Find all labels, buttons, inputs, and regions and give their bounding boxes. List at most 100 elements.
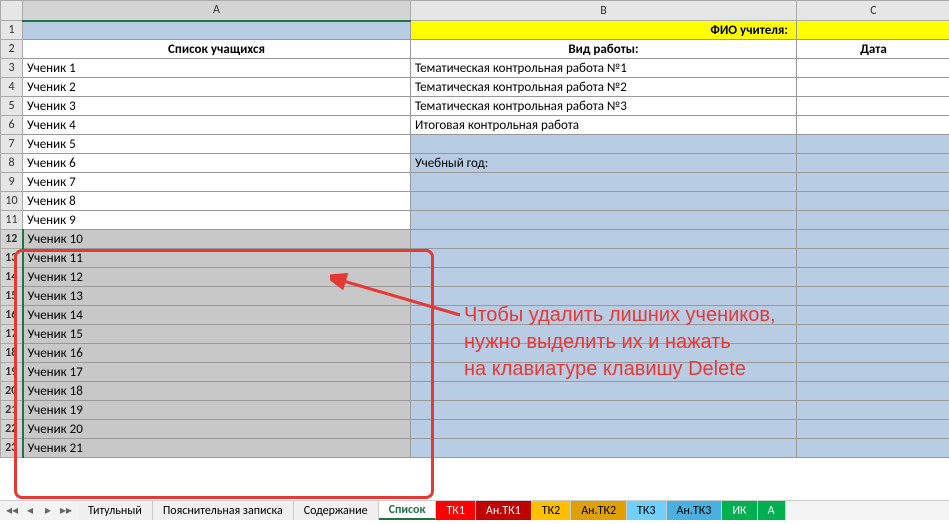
sheet-tab-6[interactable]: ТК2 (532, 501, 571, 520)
cell-a4[interactable]: Ученик 2 (23, 78, 411, 97)
cell-b1[interactable]: ФИО учителя: (411, 21, 797, 40)
cell-b21[interactable] (411, 401, 797, 420)
cell-c17[interactable] (797, 325, 949, 344)
cell-b3[interactable]: Тематическая контрольная работа №1 (411, 59, 797, 78)
cell-a3[interactable]: Ученик 1 (23, 59, 411, 78)
cell-a5[interactable]: Ученик 3 (23, 97, 411, 116)
col-header-c[interactable]: C (797, 1, 949, 21)
cell-a7[interactable]: Ученик 5 (23, 135, 411, 154)
row-header-20[interactable]: 20 (1, 382, 23, 401)
cell-c13[interactable] (797, 249, 949, 268)
col-header-b[interactable]: B (411, 1, 797, 21)
cell-a2[interactable]: Список учащихся (23, 40, 411, 59)
row-header-6[interactable]: 6 (1, 116, 23, 135)
cell-b13[interactable] (411, 249, 797, 268)
cell-b4[interactable]: Тематическая контрольная работа №2 (411, 78, 797, 97)
cell-a13[interactable]: Ученик 11 (23, 249, 411, 268)
cell-b2[interactable]: Вид работы: (411, 40, 797, 59)
sheet-tab-11[interactable]: А (758, 501, 786, 520)
row-header-10[interactable]: 10 (1, 192, 23, 211)
row-header-5[interactable]: 5 (1, 97, 23, 116)
sheet-tab-5[interactable]: Ан.ТК1 (476, 501, 532, 520)
cell-b22[interactable] (411, 420, 797, 439)
cell-c7[interactable] (797, 135, 949, 154)
row-header-4[interactable]: 4 (1, 78, 23, 97)
sheet-tab-2[interactable]: Содержание (294, 501, 379, 520)
cell-a19[interactable]: Ученик 17 (23, 363, 411, 382)
cell-a9[interactable]: Ученик 7 (23, 173, 411, 192)
row-header-11[interactable]: 11 (1, 211, 23, 230)
cell-b14[interactable] (411, 268, 797, 287)
cell-c1[interactable] (797, 21, 949, 40)
row-header-16[interactable]: 16 (1, 306, 23, 325)
col-header-a[interactable]: A (23, 1, 411, 21)
cell-a10[interactable]: Ученик 8 (23, 192, 411, 211)
cell-a8[interactable]: Ученик 6 (23, 154, 411, 173)
cell-b5[interactable]: Тематическая контрольная работа №3 (411, 97, 797, 116)
row-header-22[interactable]: 22 (1, 420, 23, 439)
row-header-23[interactable]: 23 (1, 439, 23, 458)
cell-c6[interactable] (797, 116, 949, 135)
sheet-tab-9[interactable]: Ан.ТК3 (667, 501, 723, 520)
sheet-tab-10[interactable]: ИК (722, 501, 757, 520)
row-header-12[interactable]: 12 (1, 230, 23, 249)
row-header-14[interactable]: 14 (1, 268, 23, 287)
cell-c4[interactable] (797, 78, 949, 97)
cell-c3[interactable] (797, 59, 949, 78)
row-header-18[interactable]: 18 (1, 344, 23, 363)
sheet-tab-4[interactable]: ТК1 (436, 501, 475, 520)
cell-a11[interactable]: Ученик 9 (23, 211, 411, 230)
tab-nav-next[interactable]: ▸ (40, 503, 56, 519)
cell-c18[interactable] (797, 344, 949, 363)
row-header-7[interactable]: 7 (1, 135, 23, 154)
cell-b9[interactable] (411, 173, 797, 192)
cell-a15[interactable]: Ученик 13 (23, 287, 411, 306)
tab-nav-last[interactable]: ▸▸ (58, 503, 74, 519)
cell-c5[interactable] (797, 97, 949, 116)
sheet-tab-7[interactable]: Ан.ТК2 (571, 501, 627, 520)
cell-c19[interactable] (797, 363, 949, 382)
cell-c15[interactable] (797, 287, 949, 306)
cell-a12[interactable]: Ученик 10 (23, 230, 411, 249)
row-header-17[interactable]: 17 (1, 325, 23, 344)
cell-b7[interactable] (411, 135, 797, 154)
cell-a18[interactable]: Ученик 16 (23, 344, 411, 363)
cell-a6[interactable]: Ученик 4 (23, 116, 411, 135)
cell-c23[interactable] (797, 439, 949, 458)
row-header-3[interactable]: 3 (1, 59, 23, 78)
select-all-corner[interactable] (1, 1, 23, 21)
cell-a21[interactable]: Ученик 19 (23, 401, 411, 420)
cell-c11[interactable] (797, 211, 949, 230)
tab-nav-prev[interactable]: ◂ (22, 503, 38, 519)
tab-nav-first[interactable]: ◂◂ (4, 503, 20, 519)
sheet-tab-8[interactable]: ТК3 (627, 501, 666, 520)
cell-c20[interactable] (797, 382, 949, 401)
spreadsheet-grid[interactable]: A B C 1 ФИО учителя: 2Список учащихсяВид р… (0, 0, 949, 500)
row-header-2[interactable]: 2 (1, 40, 23, 59)
cell-b23[interactable] (411, 439, 797, 458)
row-header-19[interactable]: 19 (1, 363, 23, 382)
row-header-21[interactable]: 21 (1, 401, 23, 420)
row-header-1[interactable]: 1 (1, 21, 23, 40)
cell-c9[interactable] (797, 173, 949, 192)
sheet-tab-1[interactable]: Пояснительная записка (153, 501, 294, 520)
cell-b8[interactable]: Учебный год: (411, 154, 797, 173)
cell-a1[interactable] (23, 21, 411, 40)
cell-b11[interactable] (411, 211, 797, 230)
cell-b12[interactable] (411, 230, 797, 249)
cell-a16[interactable]: Ученик 14 (23, 306, 411, 325)
cell-c8[interactable] (797, 154, 949, 173)
row-header-9[interactable]: 9 (1, 173, 23, 192)
cell-c22[interactable] (797, 420, 949, 439)
row-header-8[interactable]: 8 (1, 154, 23, 173)
cell-a22[interactable]: Ученик 20 (23, 420, 411, 439)
cell-b20[interactable] (411, 382, 797, 401)
cell-b10[interactable] (411, 192, 797, 211)
cell-c21[interactable] (797, 401, 949, 420)
cell-b6[interactable]: Итоговая контрольная работа (411, 116, 797, 135)
cell-a20[interactable]: Ученик 18 (23, 382, 411, 401)
cell-a14[interactable]: Ученик 12 (23, 268, 411, 287)
row-header-13[interactable]: 13 (1, 249, 23, 268)
row-header-15[interactable]: 15 (1, 287, 23, 306)
cell-c16[interactable] (797, 306, 949, 325)
